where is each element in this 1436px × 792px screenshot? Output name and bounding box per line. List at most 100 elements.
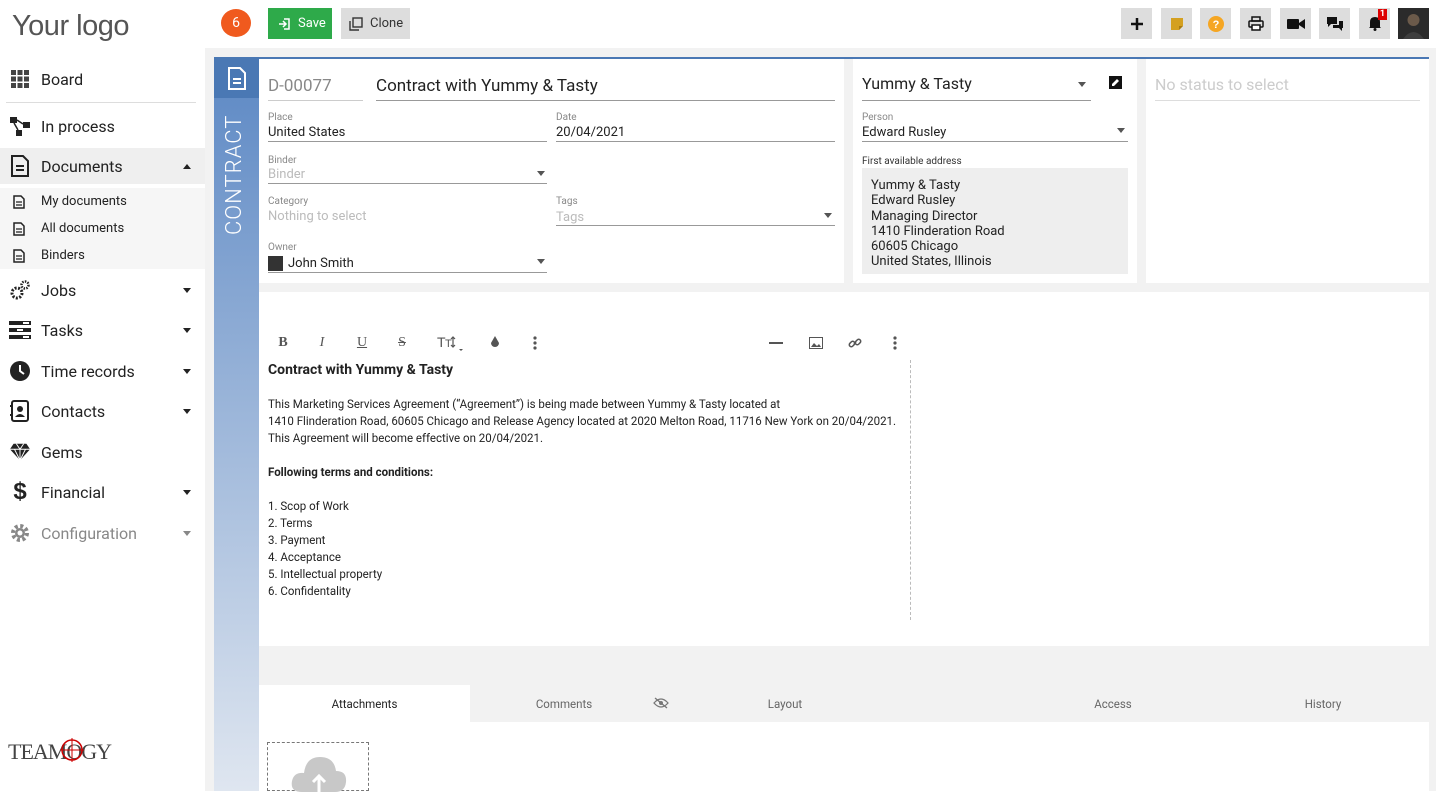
diamond-icon: [9, 441, 31, 463]
clone-button-label: Clone: [370, 16, 404, 31]
date-input[interactable]: 20/04/2021: [556, 125, 625, 140]
help-button[interactable]: ?: [1200, 8, 1231, 39]
date-label: Date: [556, 112, 577, 123]
sidebar-item-time-records[interactable]: Time records: [0, 353, 205, 389]
company-underline: [862, 100, 1091, 101]
status-select[interactable]: No status to select: [1155, 75, 1289, 94]
company-select[interactable]: Yummy & Tasty: [862, 74, 972, 93]
sidebar-item-gems[interactable]: Gems: [0, 434, 205, 470]
sidebar-item-contacts[interactable]: Contacts: [0, 393, 205, 429]
tab-comments[interactable]: Comments: [470, 685, 658, 722]
sidebar-item-board[interactable]: Board: [0, 61, 205, 97]
chat-button[interactable]: [1319, 8, 1350, 39]
image-icon[interactable]: [806, 334, 826, 352]
sidebar-item-in-process[interactable]: In process: [0, 108, 205, 144]
gears-icon: [9, 279, 31, 301]
tab-access[interactable]: Access: [1020, 685, 1206, 722]
terms-item: 3. Payment: [268, 533, 326, 547]
document-editor[interactable]: Contract with Yummy & Tasty This Marketi…: [268, 362, 908, 600]
sidebar-subitem-label: All documents: [41, 221, 125, 236]
notification-count-badge: 1: [1377, 9, 1387, 20]
editor-paragraph-line: This Agreement will become effective on …: [268, 431, 544, 445]
notifications-button[interactable]: 1: [1359, 8, 1390, 39]
clone-button[interactable]: Clone: [341, 8, 410, 39]
chevron-down-icon[interactable]: [824, 213, 832, 218]
brand-text: TEAMOGY: [8, 739, 112, 764]
sidebar-item-label: Tasks: [41, 320, 83, 340]
tab-history[interactable]: History: [1230, 685, 1416, 722]
counter-badge[interactable]: 6: [221, 9, 251, 37]
tags-select[interactable]: Tags: [556, 210, 584, 225]
strikethrough-icon[interactable]: S: [392, 334, 412, 352]
sidebar-item-configuration[interactable]: Configuration: [0, 515, 205, 551]
document-id-underline: [268, 100, 363, 101]
video-camera-icon: [1286, 18, 1305, 29]
eye-off-icon[interactable]: [650, 694, 672, 712]
tab-attachments[interactable]: Attachments: [259, 685, 470, 722]
address-line: Managing Director: [871, 208, 978, 224]
sidebar-item-jobs[interactable]: Jobs: [0, 272, 205, 308]
address-line: 1410 Flinderation Road: [871, 223, 1005, 239]
owner-select[interactable]: John Smith: [288, 256, 354, 271]
chevron-down-icon[interactable]: [1117, 128, 1125, 133]
help-icon: ?: [1207, 15, 1224, 32]
date-underline: [556, 141, 835, 142]
more-vertical-icon[interactable]: [525, 334, 545, 352]
tab-layout[interactable]: Layout: [690, 685, 880, 722]
chevron-down-icon: [183, 489, 191, 495]
save-button[interactable]: Save: [268, 8, 332, 39]
person-select[interactable]: Edward Rusley: [862, 125, 946, 140]
underline-icon[interactable]: U: [352, 334, 372, 352]
category-select[interactable]: Nothing to select: [268, 209, 366, 224]
sidebar-item-tasks[interactable]: Tasks: [0, 312, 205, 348]
edit-icon[interactable]: [1109, 76, 1122, 89]
login-arrow-icon: [279, 17, 290, 30]
sidebar-item-label: Jobs: [41, 280, 77, 300]
notes-button[interactable]: [1161, 8, 1192, 39]
add-button[interactable]: [1121, 8, 1152, 39]
sidebar-item-label: Contacts: [41, 401, 106, 421]
chevron-down-icon: [183, 327, 191, 333]
link-icon[interactable]: [845, 334, 865, 352]
chevron-down-icon: [183, 287, 191, 293]
copy-icon: [349, 16, 363, 31]
divider: [6, 102, 196, 103]
font-size-icon[interactable]: TT: [436, 334, 466, 352]
document-icon: [13, 221, 25, 236]
sidebar-item-financial[interactable]: $ Financial: [0, 474, 205, 510]
horizontal-rule-icon[interactable]: [766, 334, 786, 352]
user-avatar[interactable]: [1398, 8, 1429, 39]
sidebar-item-label: Configuration: [41, 523, 137, 543]
address-line: Edward Rusley: [871, 193, 956, 209]
address-line: United States, Illinois: [871, 254, 992, 270]
sidebar-item-documents[interactable]: Documents: [0, 148, 205, 184]
editor-paragraph-line: This Marketing Services Agreement (“Agre…: [268, 397, 781, 411]
sidebar-item-label: Gems: [41, 442, 83, 462]
chevron-down-icon[interactable]: [537, 259, 545, 264]
color-drop-icon[interactable]: [485, 334, 505, 352]
sidebar-item-label: Board: [41, 69, 84, 89]
sidebar-subitem-binders[interactable]: Binders: [0, 242, 205, 269]
category-label: Category: [268, 196, 309, 207]
clock-icon: [9, 360, 31, 382]
bold-icon[interactable]: B: [273, 334, 293, 352]
terms-item: 4. Acceptance: [268, 550, 341, 564]
grid-icon: [9, 68, 31, 90]
binder-select[interactable]: Binder: [268, 167, 305, 182]
upload-dropzone[interactable]: [267, 742, 369, 792]
plus-icon: [1130, 17, 1143, 30]
sidebar-subitem-all-documents[interactable]: All documents: [0, 215, 205, 242]
print-button[interactable]: [1240, 8, 1271, 39]
page-margin-guide: [910, 360, 911, 620]
document-title-input[interactable]: Contract with Yummy & Tasty: [376, 76, 598, 96]
video-button[interactable]: [1280, 8, 1311, 39]
more-vertical-icon[interactable]: [885, 334, 905, 352]
chevron-down-icon[interactable]: [537, 171, 545, 176]
chevron-down-icon[interactable]: [1078, 82, 1086, 87]
place-input[interactable]: United States: [268, 125, 345, 140]
sidebar-subitem-my-documents[interactable]: My documents: [0, 188, 205, 215]
print-icon: [1247, 16, 1264, 31]
terms-heading: Following terms and conditions:: [268, 465, 434, 479]
italic-icon[interactable]: I: [312, 334, 332, 352]
brand-logo: TEAMOGY: [8, 735, 123, 781]
